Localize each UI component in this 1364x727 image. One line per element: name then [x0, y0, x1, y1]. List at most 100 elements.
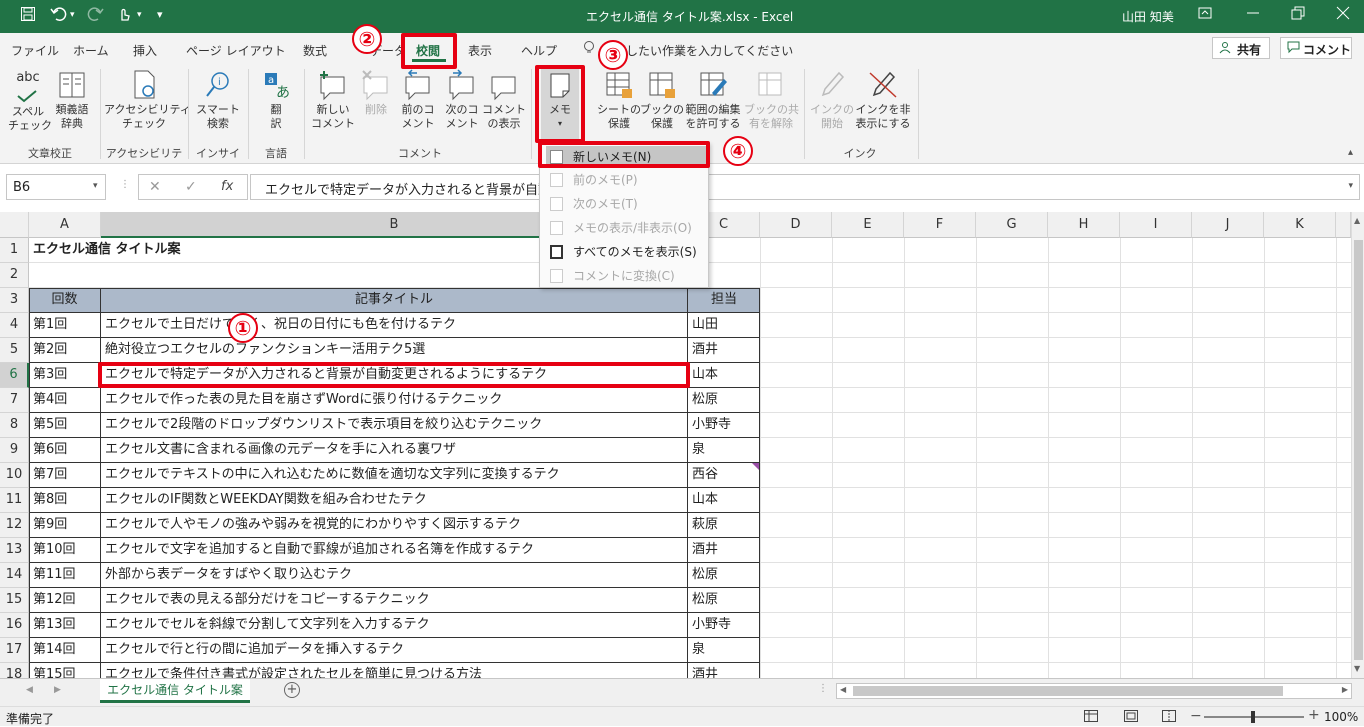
vertical-scrollbar[interactable]: ▲ ▼: [1351, 212, 1364, 678]
cell-article-title[interactable]: 外部から表データをすばやく取り込むテク: [101, 563, 688, 588]
user-name[interactable]: 山田 知美: [1122, 8, 1174, 25]
prev-comment-button[interactable]: 前のコ メント: [396, 69, 440, 131]
row-header-15[interactable]: 15: [0, 588, 29, 613]
cell-article-title[interactable]: エクセルで文字を追加すると自動で罫線が追加される名簿を作成するテク: [101, 538, 688, 563]
row-header-10[interactable]: 10: [0, 463, 29, 488]
col-header-g[interactable]: G: [976, 212, 1048, 238]
close-icon[interactable]: [1336, 6, 1350, 24]
delete-comment-button[interactable]: 削除: [358, 69, 394, 117]
cell-count[interactable]: 第5回: [29, 413, 101, 438]
cell-count[interactable]: 第2回: [29, 338, 101, 363]
menu-item-prev-memo[interactable]: 前のメモ(P): [546, 169, 706, 191]
ribbon-display-icon[interactable]: [1198, 6, 1212, 24]
customize-qat-icon[interactable]: ▾: [157, 8, 163, 21]
menu-item-convert-to-comment[interactable]: コメントに変換(C): [546, 265, 706, 287]
tab-home[interactable]: ホーム: [73, 42, 109, 59]
translate-button[interactable]: aあ 翻 訳: [254, 69, 298, 131]
next-sheet-icon[interactable]: ▶: [54, 685, 61, 695]
smart-lookup-button[interactable]: i スマート 検索: [192, 69, 244, 131]
row-header-7[interactable]: 7: [0, 388, 29, 413]
cell-count[interactable]: 第8回: [29, 488, 101, 513]
new-comment-button[interactable]: 新しい コメント: [310, 69, 356, 131]
cell-article-title[interactable]: エクセルでテキストの中に入れ込むために数値を適切な文字列に変換するテク: [101, 463, 688, 488]
cell-owner[interactable]: 山本: [688, 363, 760, 388]
tab-split-grip[interactable]: ⋮: [818, 683, 828, 694]
insert-function-icon[interactable]: fx: [221, 179, 233, 194]
row-header-11[interactable]: 11: [0, 488, 29, 513]
tab-file[interactable]: ファイル: [11, 42, 59, 59]
name-box[interactable]: B6 ▾: [6, 174, 106, 200]
col-header-k[interactable]: K: [1264, 212, 1336, 238]
col-header-a[interactable]: A: [29, 212, 101, 238]
scroll-up-icon[interactable]: ▲: [1354, 216, 1360, 225]
cell-owner[interactable]: 泉: [688, 638, 760, 663]
cell-count[interactable]: 第9回: [29, 513, 101, 538]
normal-view-icon[interactable]: [1084, 710, 1098, 725]
menu-item-show-all-memos[interactable]: すべてのメモを表示(S): [546, 241, 706, 263]
minimize-icon[interactable]: [1246, 6, 1260, 24]
cell-count[interactable]: 第14回: [29, 638, 101, 663]
cell-owner[interactable]: 酒井: [688, 338, 760, 363]
add-sheet-icon[interactable]: +: [284, 682, 300, 698]
redo-icon[interactable]: [86, 6, 104, 26]
vertical-scroll-thumb[interactable]: [1354, 240, 1363, 660]
zoom-in-icon[interactable]: +: [1308, 707, 1320, 723]
row-header-2[interactable]: 2: [0, 263, 29, 288]
tab-insert[interactable]: 挿入: [133, 42, 157, 59]
page-break-view-icon[interactable]: [1162, 710, 1176, 725]
cell-owner[interactable]: 小野寺: [688, 413, 760, 438]
hide-ink-button[interactable]: インクを非 表示にする: [854, 69, 912, 131]
cell-article-title[interactable]: エクセルで作った表の見た目を崩さずWordに張り付けるテクニック: [101, 388, 688, 413]
scroll-right-icon[interactable]: ▶: [1342, 685, 1348, 694]
cell-article-title[interactable]: 絶対役立つエクセルのファンクションキー活用テク5選: [101, 338, 688, 363]
protect-book-button[interactable]: ブックの 保護: [640, 69, 684, 131]
name-box-dropdown-icon[interactable]: ▾: [93, 181, 98, 191]
row-header-14[interactable]: 14: [0, 563, 29, 588]
scroll-down-icon[interactable]: ▼: [1354, 664, 1360, 673]
collapse-ribbon-icon[interactable]: ▴: [1348, 147, 1353, 158]
row-header-1[interactable]: 1: [0, 238, 29, 263]
col-header-i[interactable]: I: [1120, 212, 1192, 238]
undo-icon[interactable]: [50, 6, 68, 26]
select-all-corner[interactable]: [0, 212, 29, 238]
cell-count[interactable]: 第12回: [29, 588, 101, 613]
row-header-16[interactable]: 16: [0, 613, 29, 638]
touch-mode-icon[interactable]: [116, 6, 132, 26]
cell-article-title[interactable]: エクセルで2段階のドロップダウンリストで表示項目を絞り込むテクニック: [101, 413, 688, 438]
tab-help[interactable]: ヘルプ: [521, 42, 557, 59]
col-header-h[interactable]: H: [1048, 212, 1120, 238]
row-header-13[interactable]: 13: [0, 538, 29, 563]
row-header-9[interactable]: 9: [0, 438, 29, 463]
undo-dropdown-icon[interactable]: ▾: [70, 10, 75, 20]
cell-article-title[interactable]: エクセルで表の見える部分だけをコピーするテクニック: [101, 588, 688, 613]
next-comment-button[interactable]: 次のコ メント: [440, 69, 484, 131]
cell-owner[interactable]: 萩原: [688, 513, 760, 538]
cell-count[interactable]: 第7回: [29, 463, 101, 488]
header-owner[interactable]: 担当: [688, 288, 760, 313]
cell-owner[interactable]: 松原: [688, 388, 760, 413]
share-button[interactable]: 共有: [1212, 37, 1270, 59]
col-header-f[interactable]: F: [904, 212, 976, 238]
cell-article-title[interactable]: エクセルのIF関数とWEEKDAY関数を組み合わせたテク: [101, 488, 688, 513]
header-count[interactable]: 回数: [29, 288, 101, 313]
cell-article-title[interactable]: エクセル文書に含まれる画像の元データを手に入れる裏ワザ: [101, 438, 688, 463]
cancel-icon[interactable]: ✕: [149, 179, 161, 195]
cell-count[interactable]: 第13回: [29, 613, 101, 638]
allow-edit-ranges-button[interactable]: 範囲の編集 を許可する: [683, 69, 743, 131]
cell-owner[interactable]: 山田: [688, 313, 760, 338]
start-inking-button[interactable]: インクの 開始: [810, 69, 854, 131]
col-header-e[interactable]: E: [832, 212, 904, 238]
menu-item-next-memo[interactable]: 次のメモ(T): [546, 193, 706, 215]
spell-check-button[interactable]: abc スペル チェック: [8, 69, 52, 133]
row-header-5[interactable]: 5: [0, 338, 29, 363]
comments-button[interactable]: コメント: [1280, 37, 1352, 59]
save-icon[interactable]: [20, 6, 36, 26]
cell-owner[interactable]: 山本: [688, 488, 760, 513]
enter-icon[interactable]: ✓: [185, 179, 197, 195]
tab-page-layout[interactable]: ページ レイアウト: [186, 42, 286, 59]
tab-view[interactable]: 表示: [468, 42, 492, 59]
cell-owner[interactable]: 西谷: [688, 463, 760, 488]
header-title[interactable]: 記事タイトル: [101, 288, 688, 313]
cell-count[interactable]: 第4回: [29, 388, 101, 413]
scroll-left-icon[interactable]: ◀: [840, 685, 846, 694]
